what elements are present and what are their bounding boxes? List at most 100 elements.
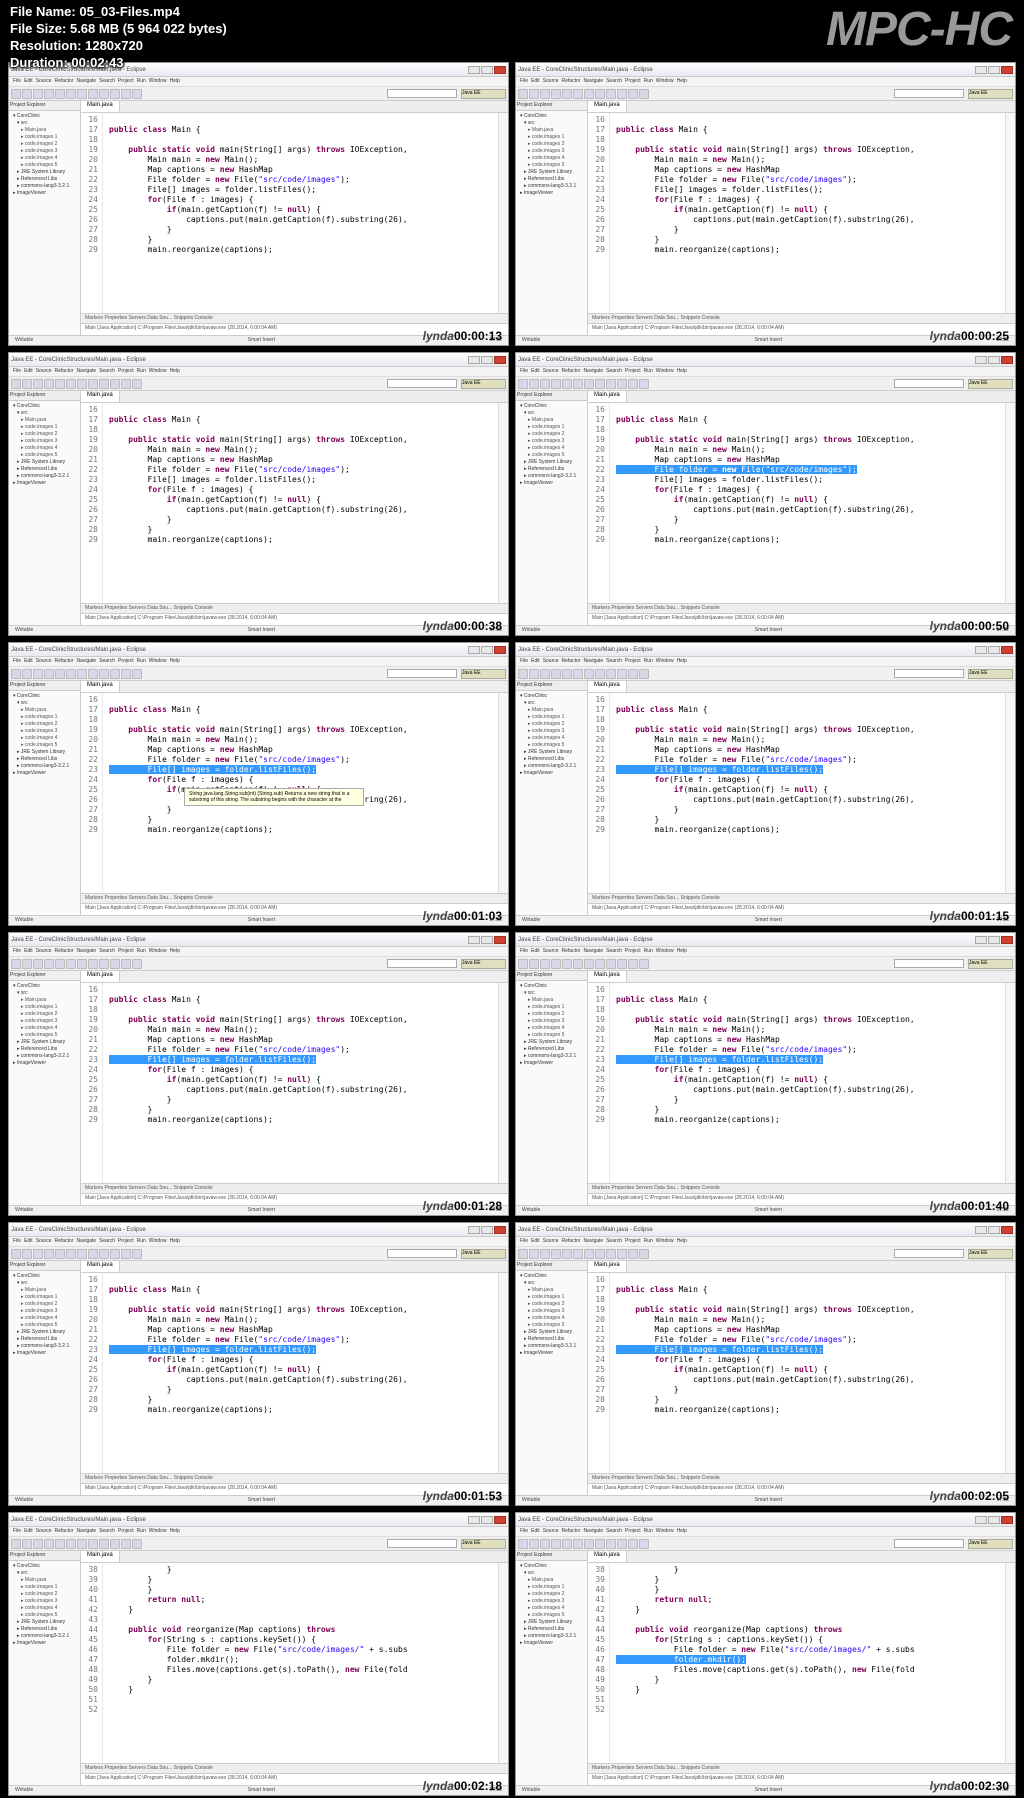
tree-item[interactable]: ▸ JRE System Library (518, 459, 585, 466)
code-editor[interactable]: 16 17 18 19 20 21 22 23 24 25 26 27 28 2… (81, 403, 508, 603)
toolbar-icon[interactable] (518, 669, 528, 679)
tree-item[interactable]: ▾ src (11, 990, 78, 997)
maximize-button[interactable] (988, 356, 1000, 364)
quick-access-input[interactable] (387, 669, 457, 678)
maximize-button[interactable] (481, 356, 493, 364)
toolbar-icon[interactable] (540, 89, 550, 99)
toolbar-icon[interactable] (11, 1249, 21, 1259)
toolbar-icon[interactable] (44, 669, 54, 679)
tree-item[interactable]: ▸ code.images 4 (11, 155, 78, 162)
tree-item[interactable]: ▸ Main.java (518, 127, 585, 134)
menu-item[interactable]: Source (36, 948, 52, 955)
tree-item[interactable]: ▸ code.images 5 (11, 162, 78, 169)
menu-item[interactable]: Source (36, 1528, 52, 1535)
tree-item[interactable]: ▸ code.images 1 (11, 1584, 78, 1591)
menu-item[interactable]: Navigate (76, 1238, 96, 1245)
toolbar-icon[interactable] (121, 669, 131, 679)
tree-item[interactable]: ▸ Referenced Libs (11, 466, 78, 473)
menu-item[interactable]: Refactor (55, 948, 74, 955)
toolbar-icon[interactable] (518, 89, 528, 99)
tree-item[interactable]: ▸ ImageViewer (518, 1640, 585, 1647)
toolbar-icon[interactable] (595, 1539, 605, 1549)
tree-item[interactable]: ▸ ImageViewer (518, 480, 585, 487)
toolbar-icon[interactable] (55, 1249, 65, 1259)
perspective-button[interactable]: Java EE (968, 89, 1013, 99)
toolbar-icon[interactable] (55, 669, 65, 679)
menu-item[interactable]: Window (656, 368, 674, 375)
toolbar-icon[interactable] (617, 89, 627, 99)
menu-item[interactable]: Run (644, 368, 653, 375)
menu-item[interactable]: Source (543, 78, 559, 85)
tree-item[interactable]: ▾ src (518, 120, 585, 127)
toolbar-icon[interactable] (33, 379, 43, 389)
tree-item[interactable]: ▸ JRE System Library (11, 459, 78, 466)
toolbar-icon[interactable] (66, 1539, 76, 1549)
perspective-button[interactable]: Java EE (968, 959, 1013, 969)
tree-item[interactable]: ▸ ImageViewer (518, 770, 585, 777)
editor-tab[interactable]: Main.java (588, 1551, 627, 1562)
toolbar-icon[interactable] (606, 89, 616, 99)
toolbar-icon[interactable] (99, 379, 109, 389)
menu-item[interactable]: Window (656, 948, 674, 955)
menu-item[interactable]: Window (149, 368, 167, 375)
tree-item[interactable]: ▸ code.images 3 (518, 1018, 585, 1025)
toolbar-icon[interactable] (33, 89, 43, 99)
toolbar-icon[interactable] (33, 959, 43, 969)
close-button[interactable] (494, 936, 506, 944)
minimize-button[interactable] (468, 646, 480, 654)
editor-tab[interactable]: Main.java (81, 681, 120, 692)
tree-item[interactable]: ▸ Main.java (518, 1577, 585, 1584)
quick-access-input[interactable] (894, 1539, 964, 1548)
toolbar-icon[interactable] (584, 669, 594, 679)
toolbar-icon[interactable] (606, 669, 616, 679)
code-editor[interactable]: 38 39 40 41 42 43 44 45 46 47 48 49 50 5… (588, 1563, 1015, 1763)
code-content[interactable]: public class Main { public static void m… (610, 693, 1005, 893)
toolbar-icon[interactable] (529, 1539, 539, 1549)
toolbar-icon[interactable] (132, 669, 142, 679)
bottom-tabs[interactable]: Markers Properties Servers Data Sou... S… (588, 313, 1015, 323)
video-thumbnail[interactable]: Java EE - CoreClinicStructures/Main.java… (515, 1222, 1016, 1506)
bottom-tabs[interactable]: Markers Properties Servers Data Sou... S… (81, 603, 508, 613)
menu-item[interactable]: Edit (24, 1528, 33, 1535)
code-content[interactable]: } } } return null; } public void reorgan… (103, 1563, 498, 1763)
toolbar-icon[interactable] (540, 379, 550, 389)
toolbar-icon[interactable] (639, 1539, 649, 1549)
toolbar-icon[interactable] (99, 89, 109, 99)
toolbar-icon[interactable] (529, 959, 539, 969)
menu-item[interactable]: Navigate (76, 368, 96, 375)
quick-access-input[interactable] (894, 669, 964, 678)
tree-item[interactable]: ▸ code.images 2 (11, 431, 78, 438)
toolbar-icon[interactable] (551, 1539, 561, 1549)
maximize-button[interactable] (481, 646, 493, 654)
menu-item[interactable]: Search (99, 1238, 115, 1245)
toolbar-icon[interactable] (639, 669, 649, 679)
menu-item[interactable]: Navigate (583, 948, 603, 955)
perspective-button[interactable]: Java EE (461, 959, 506, 969)
tree-item[interactable]: ▸ Main.java (11, 417, 78, 424)
toolbar-icon[interactable] (606, 959, 616, 969)
menu-item[interactable]: Help (170, 948, 180, 955)
code-editor[interactable]: 16 17 18 19 20 21 22 23 24 25 26 27 28 2… (588, 983, 1015, 1183)
toolbar-icon[interactable] (88, 379, 98, 389)
toolbar-icon[interactable] (595, 1249, 605, 1259)
toolbar-icon[interactable] (110, 959, 120, 969)
toolbar-icon[interactable] (11, 379, 21, 389)
toolbar-icon[interactable] (639, 959, 649, 969)
tree-item[interactable]: ▸ code.images 2 (11, 141, 78, 148)
tree-item[interactable]: ▸ commons-lang3-3.2.1 (518, 763, 585, 770)
menu-item[interactable]: Edit (24, 1238, 33, 1245)
minimize-button[interactable] (468, 936, 480, 944)
menu-item[interactable]: Search (99, 1528, 115, 1535)
tree-item[interactable]: ▸ JRE System Library (11, 749, 78, 756)
tree-item[interactable]: ▸ code.images 3 (518, 1598, 585, 1605)
tree-item[interactable]: ▸ code.images 3 (11, 1018, 78, 1025)
toolbar-icon[interactable] (540, 1539, 550, 1549)
toolbar-icon[interactable] (33, 1539, 43, 1549)
menu-item[interactable]: Window (656, 1238, 674, 1245)
menu-item[interactable]: Project (625, 1528, 641, 1535)
tree-item[interactable]: ▸ code.images 5 (11, 1032, 78, 1039)
editor-tab[interactable]: Main.java (81, 101, 120, 112)
toolbar-icon[interactable] (77, 379, 87, 389)
tree-item[interactable]: ▸ code.images 5 (518, 742, 585, 749)
tree-item[interactable]: ▾ src (11, 120, 78, 127)
